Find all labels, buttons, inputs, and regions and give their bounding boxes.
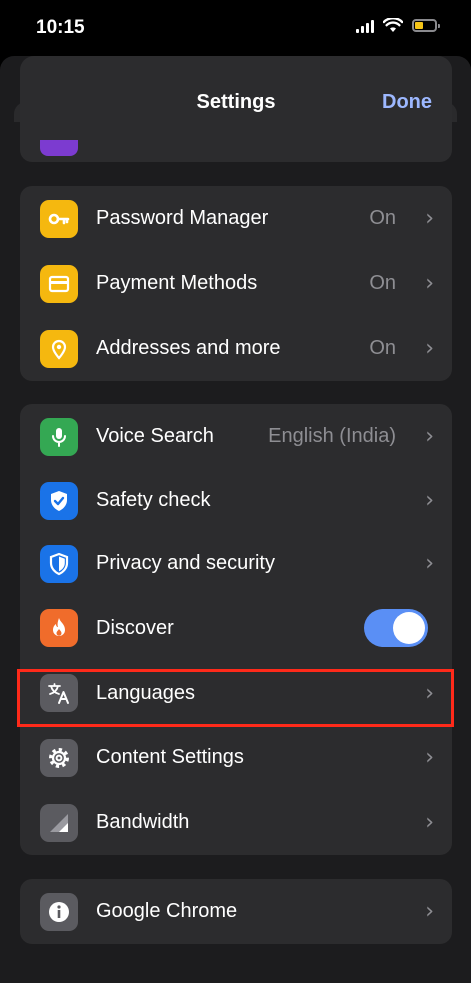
flame-icon <box>40 609 78 647</box>
row-label: Addresses and more <box>96 337 281 359</box>
chevron-right-icon: › <box>425 424 434 449</box>
key-icon <box>40 199 78 238</box>
row-label: Privacy and security <box>96 552 275 574</box>
row-label: Content Settings <box>96 746 244 768</box>
row-payment-methods[interactable]: Payment Methods On › <box>20 251 452 316</box>
row-addresses[interactable]: Addresses and more On › <box>20 316 452 381</box>
row-discover[interactable]: Discover <box>20 595 452 661</box>
row-label: Payment Methods <box>96 272 258 294</box>
chevron-right-icon: › <box>425 680 434 706</box>
chevron-right-icon: › <box>425 551 434 576</box>
shield-icon <box>40 544 78 583</box>
row-languages[interactable]: Languages › <box>20 661 452 725</box>
chevron-right-icon: › <box>425 206 434 231</box>
row-label: Voice Search <box>96 425 214 447</box>
wifi-icon <box>383 18 403 32</box>
chevron-right-icon: › <box>425 488 434 513</box>
about-group: Google Chrome › <box>20 879 452 944</box>
battery-icon <box>412 19 440 32</box>
status-icons <box>356 18 440 33</box>
row-google-chrome[interactable]: Google Chrome › <box>20 879 452 944</box>
row-value: On <box>369 272 396 294</box>
row-value: On <box>369 207 396 229</box>
chevron-right-icon: › <box>425 271 434 296</box>
translate-icon <box>40 674 78 712</box>
chevron-right-icon: › <box>425 745 434 770</box>
row-voice-search[interactable]: Voice Search English (India) › <box>20 404 452 469</box>
credit-card-icon <box>40 264 78 303</box>
row-bandwidth[interactable]: Bandwidth › <box>20 790 452 855</box>
row-safety-check[interactable]: Safety check › <box>20 469 452 532</box>
row-content-settings[interactable]: Content Settings › <box>20 725 452 790</box>
signal-icon <box>40 803 78 842</box>
discover-toggle[interactable] <box>364 609 428 647</box>
row-label: Bandwidth <box>96 811 190 833</box>
row-label: Google Chrome <box>96 900 238 922</box>
cellular-signal-icon <box>356 19 374 33</box>
location-pin-icon <box>40 329 78 368</box>
microphone-icon <box>40 417 78 456</box>
autofill-group: Password Manager On › Payment Methods On… <box>20 186 452 381</box>
browser-settings-group: Voice Search English (India) › Safety ch… <box>20 404 452 855</box>
nav-bar: Settings Done <box>20 56 452 140</box>
row-label: Safety check <box>96 489 211 511</box>
settings-sheet: Settings Done Password Manager On › Paym… <box>0 56 471 983</box>
status-bar: 10:15 <box>0 0 471 56</box>
row-value: On <box>369 337 396 359</box>
row-label: Languages <box>96 681 195 704</box>
info-icon <box>40 892 78 931</box>
row-label: Password Manager <box>96 207 269 229</box>
chevron-right-icon: › <box>425 810 434 835</box>
chevron-right-icon: › <box>425 899 434 924</box>
done-button[interactable]: Done <box>382 91 432 114</box>
chevron-right-icon: › <box>425 336 434 361</box>
status-time: 10:15 <box>36 17 85 38</box>
row-password-manager[interactable]: Password Manager On › <box>20 186 452 251</box>
gear-icon <box>40 738 78 777</box>
shield-check-icon <box>40 481 78 520</box>
row-privacy-security[interactable]: Privacy and security › <box>20 532 452 595</box>
row-label: Discover <box>96 616 174 639</box>
row-value: English (India) <box>268 425 396 447</box>
